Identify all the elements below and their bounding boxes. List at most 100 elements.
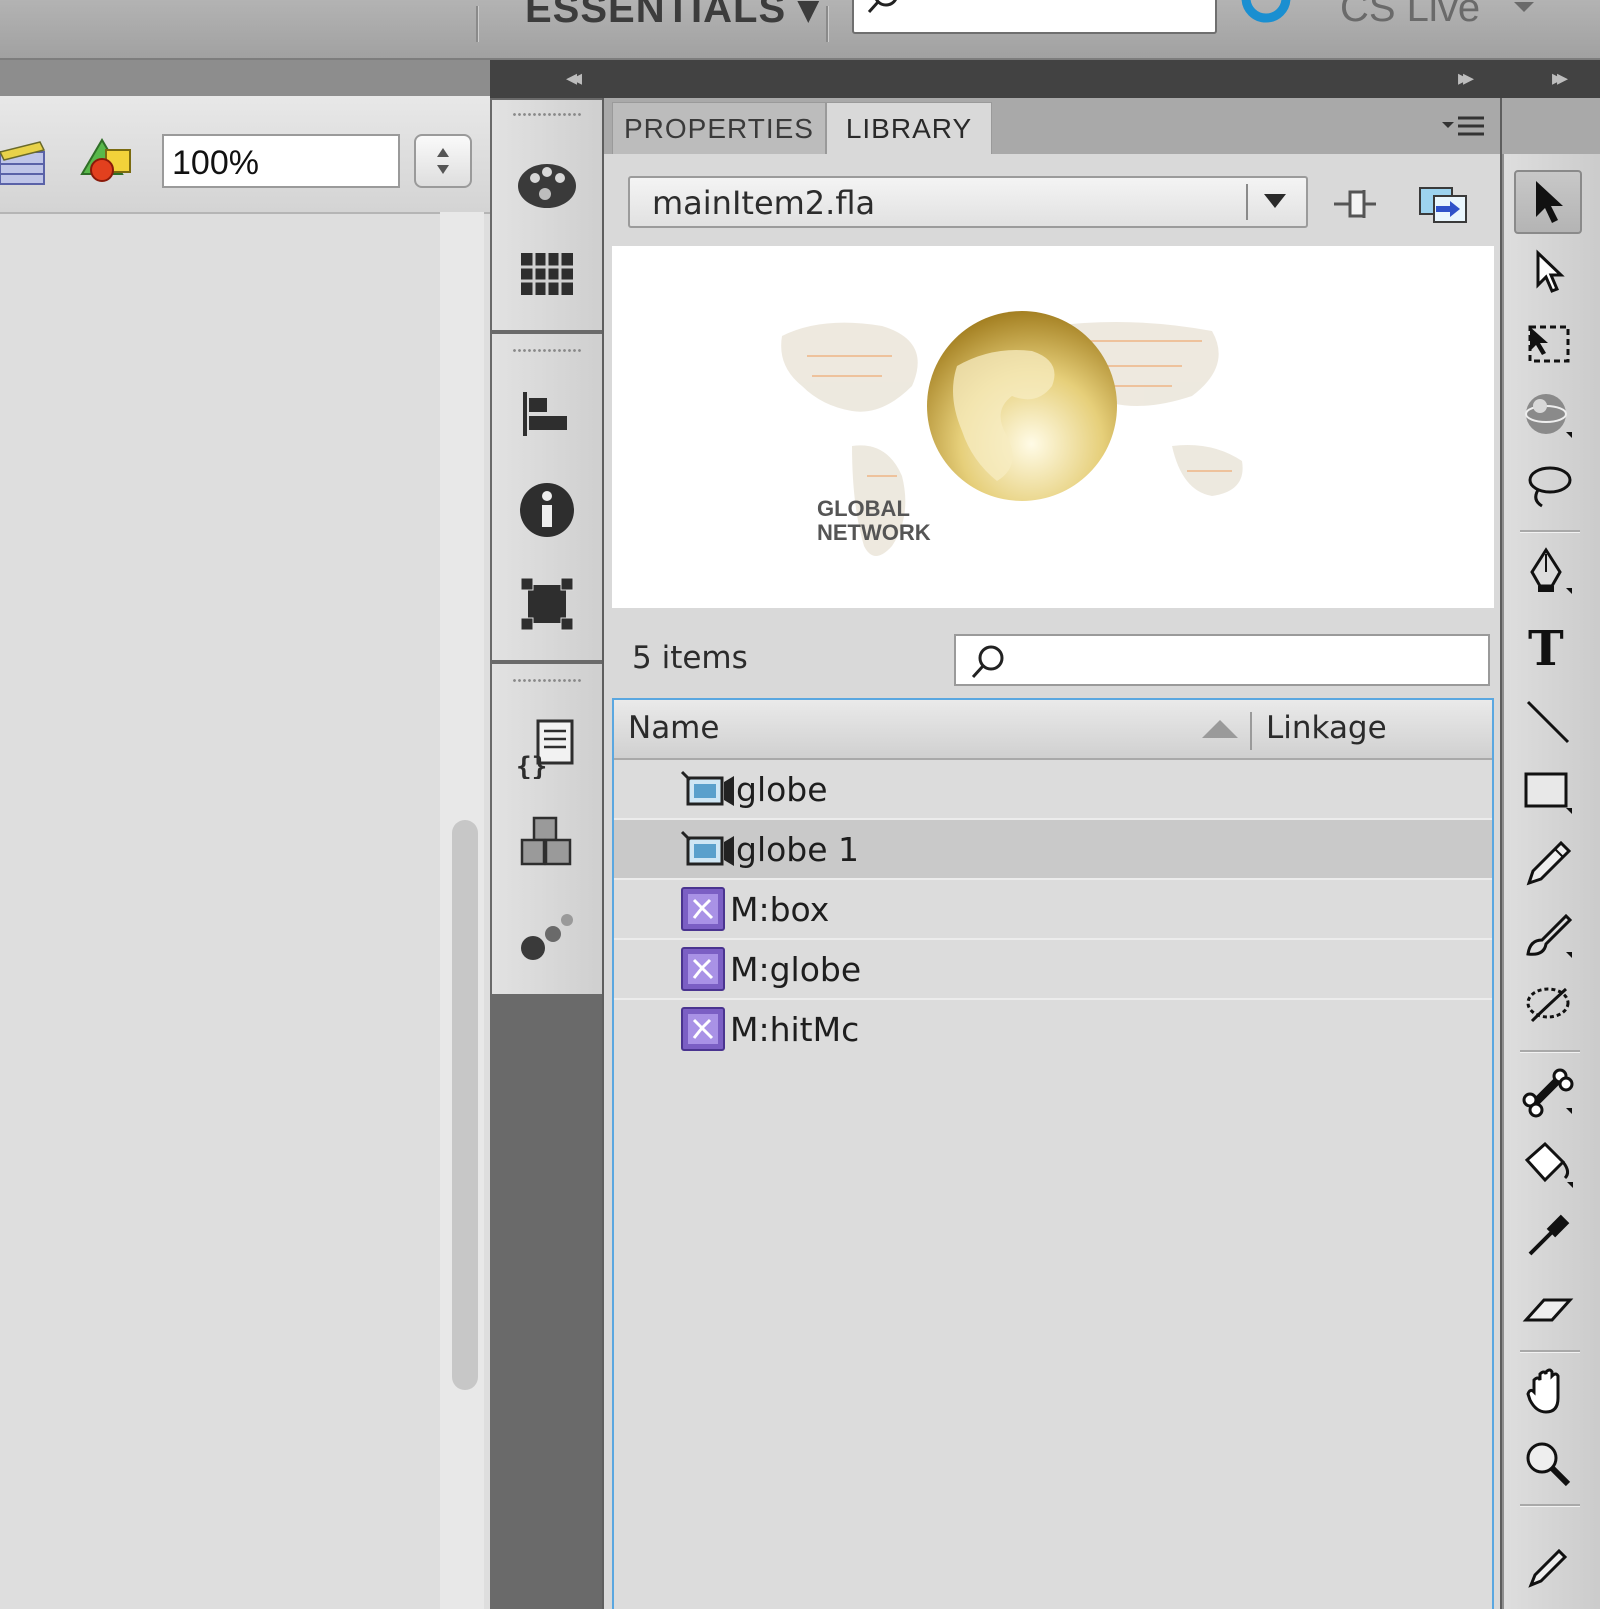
column-divider[interactable]	[1250, 712, 1252, 750]
paint-bucket-icon	[1524, 1141, 1573, 1188]
panel-menu-icon[interactable]	[1440, 114, 1488, 142]
up-down-arrows-icon	[437, 148, 449, 174]
zoom-stepper[interactable]	[414, 134, 472, 188]
global-network-preview-image: GLOBAL NETWORK	[781, 311, 1243, 556]
line-icon	[1526, 700, 1570, 744]
library-item-name: globe 1	[736, 830, 860, 869]
column-header-linkage[interactable]: Linkage	[1266, 710, 1387, 746]
lasso-tool[interactable]	[1514, 454, 1582, 518]
movieclip-icon	[681, 947, 725, 991]
motion-presets-icon[interactable]	[513, 900, 581, 968]
tools-divider	[1520, 1504, 1580, 1507]
svg-text:T: T	[1528, 621, 1564, 671]
pen-tool[interactable]	[1514, 540, 1582, 604]
cs-live-icon[interactable]	[1240, 0, 1296, 32]
scrollbar-thumb[interactable]	[452, 820, 478, 1390]
tab-properties[interactable]: PROPERTIES	[612, 102, 826, 154]
video-icon	[680, 830, 734, 866]
actions-icon[interactable]: {}	[513, 714, 581, 782]
eraser-icon	[1522, 1298, 1574, 1322]
bone-tool[interactable]	[1514, 1060, 1582, 1124]
collapse-left-icon[interactable]: ◂◂	[566, 66, 582, 91]
movieclip-icon	[681, 887, 725, 931]
pin-library-icon[interactable]	[1332, 186, 1380, 226]
library-item-row[interactable]: M:globe	[614, 940, 1492, 1000]
cs-live-menu[interactable]: CS Live	[1340, 0, 1480, 31]
library-search-input[interactable]	[954, 634, 1490, 686]
library-item-count: 5 items	[632, 640, 748, 676]
chevron-down-icon[interactable]	[1512, 0, 1536, 16]
eyedropper-tool[interactable]	[1514, 1204, 1582, 1268]
preview-text-network: NETWORK	[817, 520, 931, 545]
text-t-icon: T	[1528, 621, 1564, 671]
search-icon	[867, 0, 897, 14]
bone-icon	[1522, 1068, 1574, 1118]
align-icon[interactable]	[513, 380, 581, 448]
swatches-icon[interactable]	[513, 240, 581, 308]
text-tool[interactable]: T	[1514, 614, 1582, 678]
deco-icon	[1526, 987, 1570, 1023]
tools-divider	[1520, 1050, 1580, 1053]
tab-library[interactable]: LIBRARY	[826, 102, 992, 154]
paint-bucket-tool[interactable]	[1514, 1132, 1582, 1196]
sphere-icon	[1525, 394, 1572, 438]
stage-title-strip	[0, 60, 490, 96]
brush-tool[interactable]	[1514, 904, 1582, 968]
library-document-select[interactable]: mainItem2.fla	[628, 176, 1308, 228]
3d-rotation-tool[interactable]	[1514, 384, 1582, 448]
info-icon[interactable]	[513, 476, 581, 544]
subselection-tool[interactable]	[1514, 240, 1582, 304]
toolbar-divider	[826, 6, 829, 42]
help-search-input[interactable]	[852, 0, 1217, 34]
expand-panels-icon[interactable]: ▸▸	[1458, 66, 1474, 91]
library-item-row-selected[interactable]: globe 1	[614, 820, 1492, 880]
library-item-name: globe	[736, 770, 828, 809]
zoom-tool[interactable]	[1514, 1432, 1582, 1496]
rectangle-icon	[1524, 772, 1572, 814]
library-item-row[interactable]: M:hitMc	[614, 1000, 1492, 1060]
rectangle-tool[interactable]	[1514, 760, 1582, 824]
pencil-icon	[1526, 840, 1572, 886]
transform-icon[interactable]	[513, 570, 581, 638]
column-header-name[interactable]: Name	[628, 710, 719, 746]
dock-grip[interactable]	[512, 678, 582, 684]
color-palette-icon[interactable]	[513, 150, 581, 218]
library-item-row[interactable]: globe	[614, 760, 1492, 820]
eraser-tool[interactable]	[1514, 1276, 1582, 1340]
expand-tools-icon[interactable]: ▸▸	[1552, 66, 1568, 91]
arrow-cursor-icon	[1536, 181, 1563, 223]
stroke-color-tool[interactable]	[1514, 1536, 1582, 1600]
dock-grip[interactable]	[512, 112, 582, 118]
eyedropper-icon	[1528, 1214, 1570, 1256]
selection-tool[interactable]	[1514, 170, 1582, 234]
deco-tool[interactable]	[1514, 974, 1582, 1038]
new-library-panel-icon[interactable]	[1418, 184, 1468, 224]
edit-scene-icon[interactable]	[0, 140, 50, 190]
search-icon	[971, 645, 1004, 679]
library-item-name: M:hitMc	[730, 1010, 860, 1049]
svg-text:{}: {}	[516, 752, 547, 779]
pencil-tool[interactable]	[1514, 832, 1582, 896]
line-tool[interactable]	[1514, 690, 1582, 754]
workspace-switcher[interactable]: ESSENTIALS ▾	[525, 0, 819, 32]
tools-header	[1502, 98, 1600, 154]
library-item-name: M:box	[730, 890, 830, 929]
sort-ascending-icon[interactable]	[1200, 718, 1240, 740]
free-transform-tool[interactable]	[1514, 312, 1582, 376]
hand-icon	[1526, 1368, 1560, 1414]
symbol-preview: GLOBAL NETWORK	[612, 246, 1494, 608]
toolbar-divider	[476, 6, 479, 42]
tools-divider	[1520, 1350, 1580, 1353]
video-icon	[680, 770, 734, 806]
chevron-down-icon[interactable]	[1262, 192, 1288, 210]
preview-text-global: GLOBAL	[817, 496, 910, 521]
dock-grip[interactable]	[512, 348, 582, 354]
free-transform-icon	[1528, 325, 1570, 363]
components-icon[interactable]	[513, 808, 581, 876]
lasso-icon	[1528, 466, 1572, 508]
hand-tool[interactable]	[1514, 1360, 1582, 1424]
brush-icon	[1526, 913, 1573, 958]
edit-symbols-icon[interactable]	[78, 134, 136, 184]
library-item-row[interactable]: M:box	[614, 880, 1492, 940]
zoom-input[interactable]: 100%	[162, 134, 400, 188]
